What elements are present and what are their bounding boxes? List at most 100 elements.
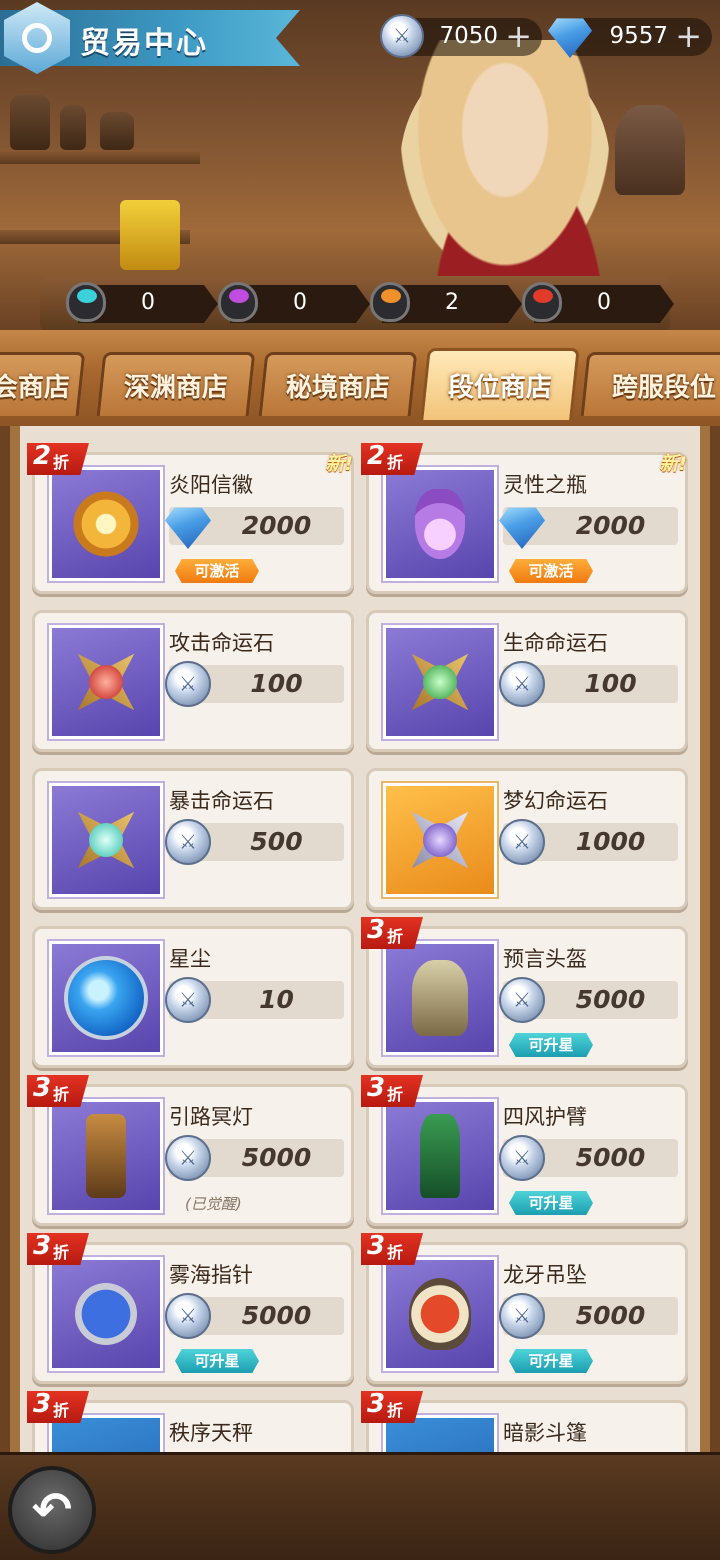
diamond-currency-display: 9557 +	[548, 18, 712, 58]
silver-coin-icon	[499, 1135, 545, 1181]
back-arrow-icon[interactable]: ↶	[8, 1466, 96, 1554]
token-bar: 0 0 2 0	[40, 276, 674, 332]
item-thumbnail	[49, 625, 163, 739]
sun-emblem-icon	[68, 486, 144, 562]
discount-badge: 3折	[361, 1233, 423, 1265]
page-title: 贸易中心	[80, 26, 208, 61]
add-diamond-button[interactable]: +	[675, 18, 702, 54]
shop-item-card[interactable]: 3折 引路冥灯 5000 (已觉醒)	[27, 1075, 354, 1226]
item-thumbnail	[49, 783, 163, 897]
shop-item-card[interactable]: 3折 暗影斗篷	[361, 1391, 688, 1456]
item-thumbnail	[383, 1099, 497, 1213]
shop-item-card[interactable]: 3折 雾海指针 5000 可升星	[27, 1233, 354, 1384]
item-price: 1000	[575, 827, 646, 856]
item-name: 星尘	[169, 947, 211, 971]
necklace-display	[615, 105, 685, 195]
item-name: 生命命运石	[503, 631, 608, 655]
discount-badge: 2折	[361, 443, 423, 475]
diamond-icon	[165, 503, 211, 549]
item-price: 2000	[575, 511, 646, 540]
shop-item-card[interactable]: 暴击命运石 500	[32, 768, 354, 910]
spirit-flask-icon	[415, 489, 465, 559]
status-tag: 可升星	[175, 1349, 259, 1373]
purple-crystal-icon	[218, 282, 258, 322]
status-tag: 可激活	[509, 559, 593, 583]
back-glyph: ↶	[31, 1482, 73, 1538]
shop-item-card[interactable]: 星尘 10	[32, 926, 354, 1068]
discount-badge: 3折	[27, 1391, 89, 1423]
price-bar: 10	[165, 977, 344, 1023]
shop-item-card[interactable]: 3折 龙牙吊坠 5000 可升星	[361, 1233, 688, 1384]
bottom-bar	[0, 1452, 720, 1560]
cyan-crystal-icon	[66, 282, 106, 322]
tab-label: 秘境商店	[285, 373, 390, 403]
shop-item-card[interactable]: 梦幻命运石 1000	[366, 768, 688, 910]
price-bar: 100	[499, 661, 678, 707]
item-thumbnail	[383, 783, 497, 897]
silver-currency-display: 7050 +	[380, 14, 542, 58]
item-thumbnail	[49, 1099, 163, 1213]
item-thumbnail	[49, 1257, 163, 1371]
item-name: 龙牙吊坠	[503, 1263, 587, 1287]
shop-item-card[interactable]: 3折 预言头盔 5000 可升星	[361, 917, 688, 1068]
tab-secret-realm-shop[interactable]: 秘境商店	[258, 352, 418, 416]
compass-icon	[75, 1283, 137, 1345]
tab-label: 会商店	[0, 373, 70, 403]
item-name: 攻击命运石	[169, 631, 274, 655]
lantern-icon	[86, 1114, 126, 1198]
bracer-icon	[420, 1114, 460, 1198]
item-thumbnail	[49, 941, 163, 1055]
item-thumbnail	[383, 1257, 497, 1371]
price-bar: 500	[165, 819, 344, 865]
awakened-note: (已觉醒)	[185, 1195, 242, 1213]
status-tag: 可升星	[509, 1349, 593, 1373]
shop-item-card[interactable]: 2折 新! 灵性之瓶 2000 可激活	[361, 443, 688, 594]
price-bar: 2000	[499, 507, 678, 549]
discount-badge: 3折	[361, 917, 423, 949]
item-name: 灵性之瓶	[503, 473, 587, 497]
item-price: 5000	[241, 1143, 312, 1172]
silver-coin-icon	[165, 1293, 211, 1339]
discount-badge: 3折	[27, 1075, 89, 1107]
red-crystal-icon	[522, 282, 562, 322]
item-price: 5000	[575, 1143, 646, 1172]
tab-abyss-shop[interactable]: 深渊商店	[96, 352, 256, 416]
shop-item-card[interactable]: 3折 秩序天秤	[27, 1391, 354, 1456]
price-bar: 2000	[165, 507, 344, 549]
tab-guild-shop[interactable]: 会商店	[0, 352, 86, 416]
dragon-fang-pendant-icon	[409, 1278, 471, 1350]
silver-coin-icon	[165, 1135, 211, 1181]
orange-crystal-icon	[370, 282, 410, 322]
tab-cross-server-rank[interactable]: 跨服段位	[580, 352, 720, 416]
item-name: 秩序天秤	[169, 1421, 253, 1445]
price-bar: 1000	[499, 819, 678, 865]
price-bar: 5000	[165, 1293, 344, 1339]
item-name: 预言头盔	[503, 947, 587, 971]
item-name: 四风护臂	[503, 1105, 587, 1129]
add-silver-button[interactable]: +	[505, 18, 532, 54]
item-thumbnail	[383, 467, 497, 581]
price-bar: 5000	[499, 1135, 678, 1181]
item-price: 500	[250, 827, 303, 856]
shop-item-card[interactable]: 2折 新! 炎阳信徽 2000 可激活	[27, 443, 354, 594]
shop-item-card[interactable]: 3折 四风护臂 5000 可升星	[361, 1075, 688, 1226]
item-thumbnail	[383, 625, 497, 739]
tab-rank-shop[interactable]: 段位商店	[420, 348, 580, 420]
silver-coin-icon	[165, 819, 211, 865]
diamond-icon	[548, 14, 592, 58]
item-price: 5000	[575, 1301, 646, 1330]
silver-coin-icon	[165, 977, 211, 1023]
item-price: 2000	[241, 511, 312, 540]
jar-decoration	[60, 105, 86, 150]
silver-coin-icon	[499, 819, 545, 865]
item-name: 引路冥灯	[169, 1105, 253, 1129]
discount-badge: 3折	[361, 1391, 423, 1423]
item-grid: 2折 新! 炎阳信徽 2000 可激活 2折 新! 灵性之瓶 2000 可激活 …	[0, 426, 720, 1456]
item-price: 100	[584, 669, 637, 698]
diamond-amount: 9557	[609, 23, 668, 49]
jar-decoration	[100, 112, 134, 150]
silver-coin-icon	[499, 1293, 545, 1339]
silver-coin-icon	[499, 661, 545, 707]
shop-item-card[interactable]: 攻击命运石 100	[32, 610, 354, 752]
shop-item-card[interactable]: 生命命运石 100	[366, 610, 688, 752]
